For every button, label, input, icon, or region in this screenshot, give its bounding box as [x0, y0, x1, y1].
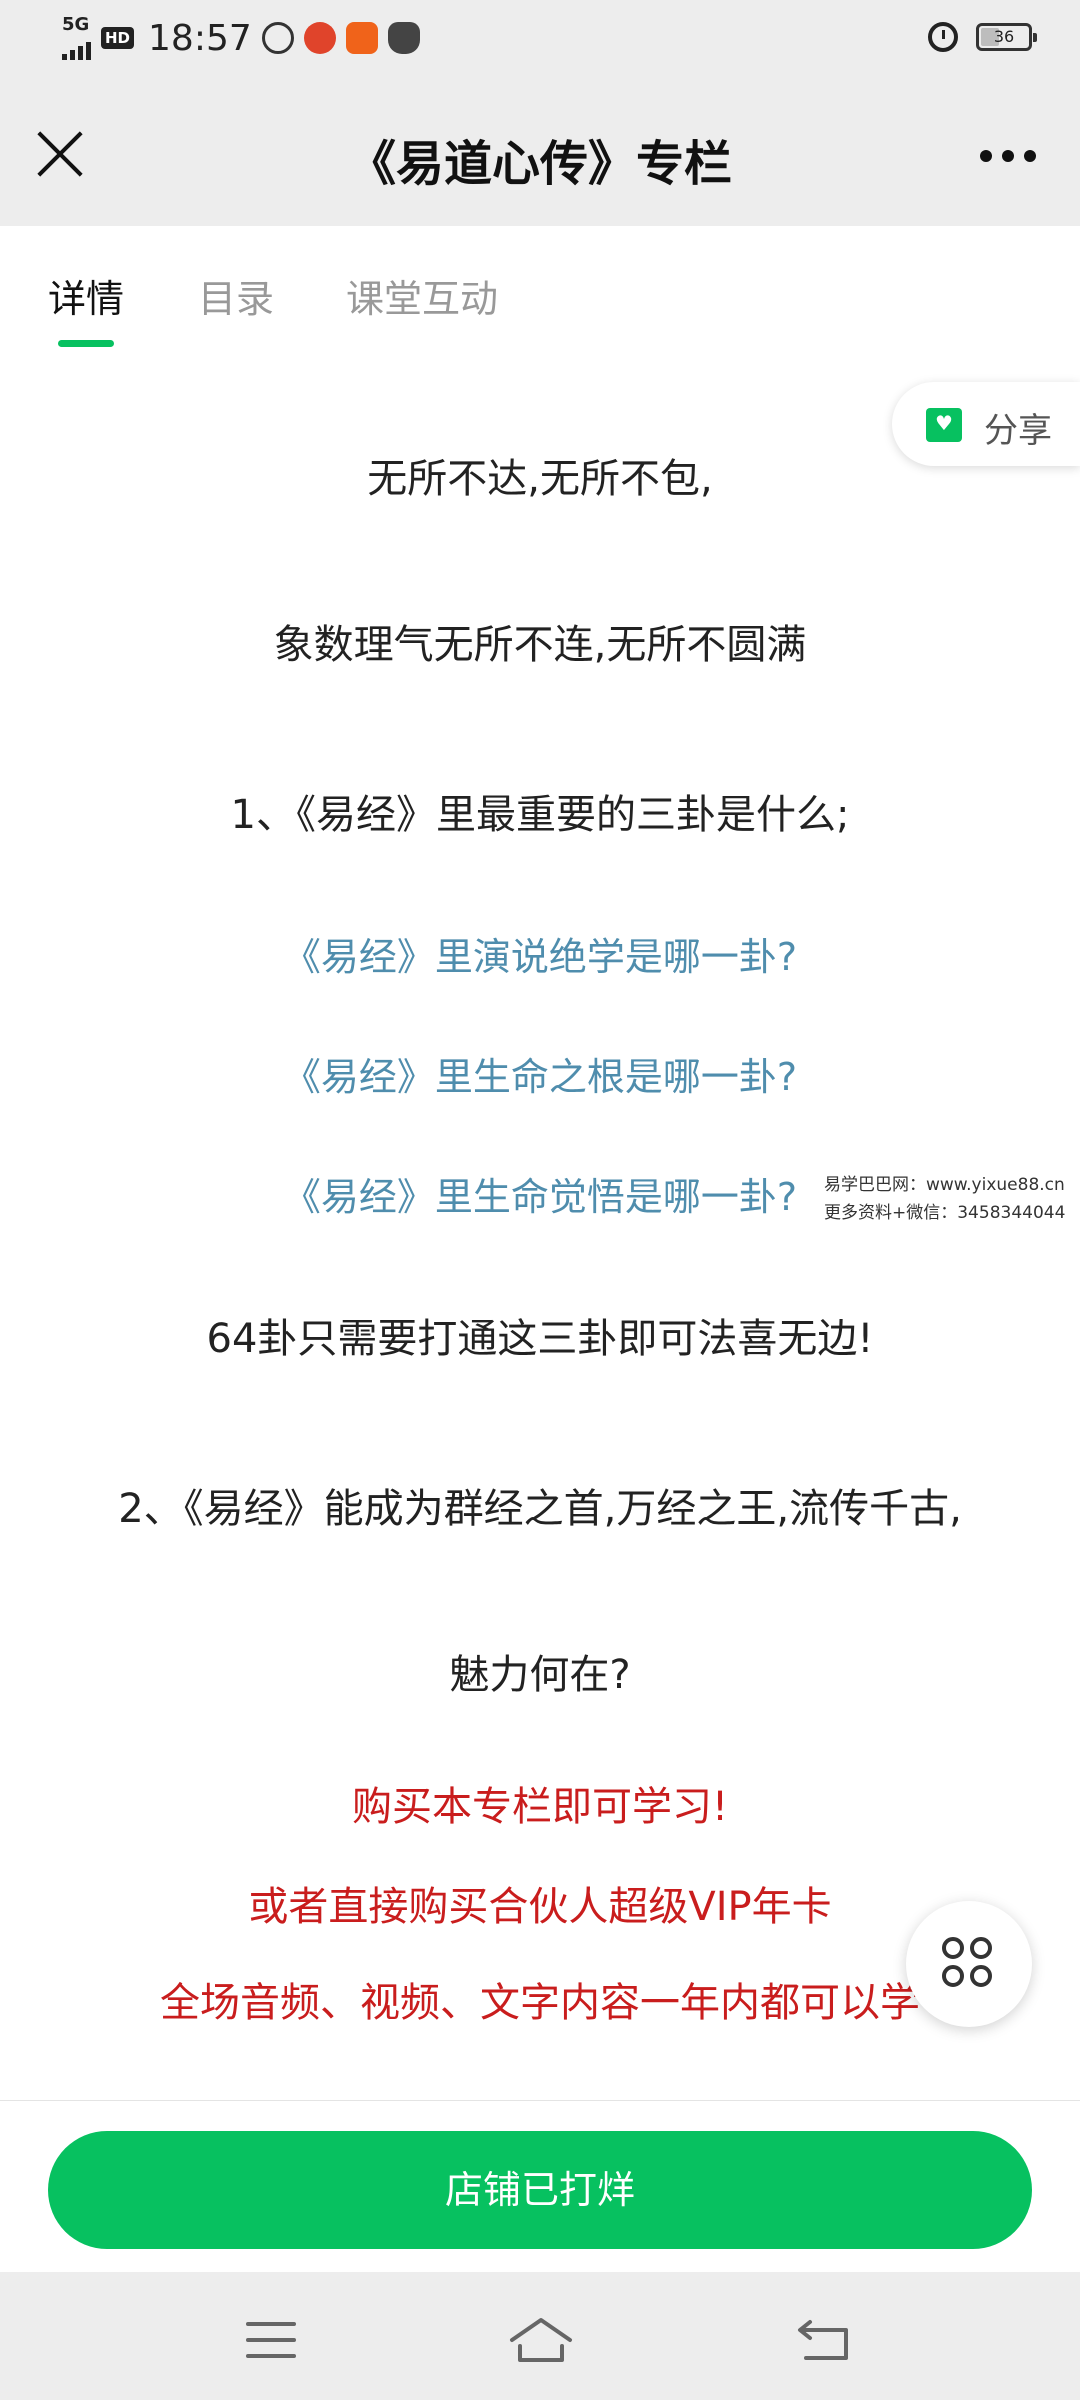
cloud-app-icon — [261, 22, 294, 54]
pumpkin-app-icon — [303, 22, 336, 54]
tab-classroom[interactable]: 课堂互动 — [346, 268, 498, 323]
tab-indicator — [58, 340, 114, 347]
alarm-icon — [928, 22, 958, 52]
share-heart-icon — [926, 408, 962, 442]
article-line: 象数理气无所不连,无所不圆满 — [273, 622, 807, 668]
recent-apps-icon[interactable] — [246, 2322, 296, 2358]
taobao-app-icon — [345, 22, 378, 54]
system-nav-bar — [0, 2272, 1080, 2400]
nav-bar: 《易道心传》专栏 — [0, 80, 1080, 226]
tab-bar: 详情 目录 课堂互动 — [0, 226, 1080, 347]
content-area: 详情 目录 课堂互动 分享 无所不达,无所不包, 象数理气无所不连,无所不圆满 … — [0, 226, 1080, 2100]
page-title: 《易道心传》专栏 — [347, 136, 732, 192]
article-line: 魅力何在? — [449, 1652, 631, 1698]
signal-group: 5G — [62, 16, 91, 60]
tab-details[interactable]: 详情 — [48, 268, 124, 323]
tab-catalog[interactable]: 目录 — [198, 268, 274, 323]
bottom-action-bar: 店铺已打烊 — [0, 2100, 1080, 2272]
promo-line: 或者直接购买合伙人超级VIP年卡 — [248, 1884, 832, 1930]
promo-line: 购买本专栏即可学习! — [351, 1784, 729, 1830]
article-line: 2、《易经》能成为群经之首,万经之王,流传千古, — [118, 1486, 962, 1532]
article-line: 64卦只需要打通这三卦即可法喜无边! — [206, 1316, 874, 1362]
article-line: 1、《易经》里最重要的三卦是什么; — [230, 792, 850, 838]
watermark-line: 易学巴巴网：www.yixue88.cn — [824, 1175, 1065, 1195]
status-bar: 5G HD 18:57 36 — [0, 0, 1080, 80]
article-question: 《易经》里生命之根是哪一卦? — [282, 1055, 798, 1099]
status-bar-left: 5G HD 18:57 — [62, 16, 420, 60]
watermark-line: 更多资料+微信：3458344044 — [824, 1203, 1066, 1223]
article-question: 《易经》里演说绝学是哪一卦? — [282, 935, 798, 979]
article-line: 无所不达,无所不包, — [367, 456, 713, 502]
status-time: 18:57 — [148, 17, 252, 59]
floating-menu-button[interactable] — [906, 1901, 1032, 2027]
back-icon[interactable] — [796, 2316, 852, 2364]
store-closed-button[interactable]: 店铺已打烊 — [48, 2131, 1032, 2249]
hd-badge: HD — [101, 27, 135, 49]
battery-icon: 36 — [976, 23, 1037, 51]
battery-level: 36 — [993, 27, 1015, 46]
signal-icon — [62, 34, 91, 60]
more-icon[interactable] — [980, 150, 1036, 162]
share-label: 分享 — [984, 411, 1052, 451]
network-type: 5G — [62, 14, 90, 35]
home-icon[interactable] — [508, 2316, 574, 2366]
status-bar-right: 36 — [928, 22, 1037, 52]
cat-app-icon — [387, 22, 420, 54]
